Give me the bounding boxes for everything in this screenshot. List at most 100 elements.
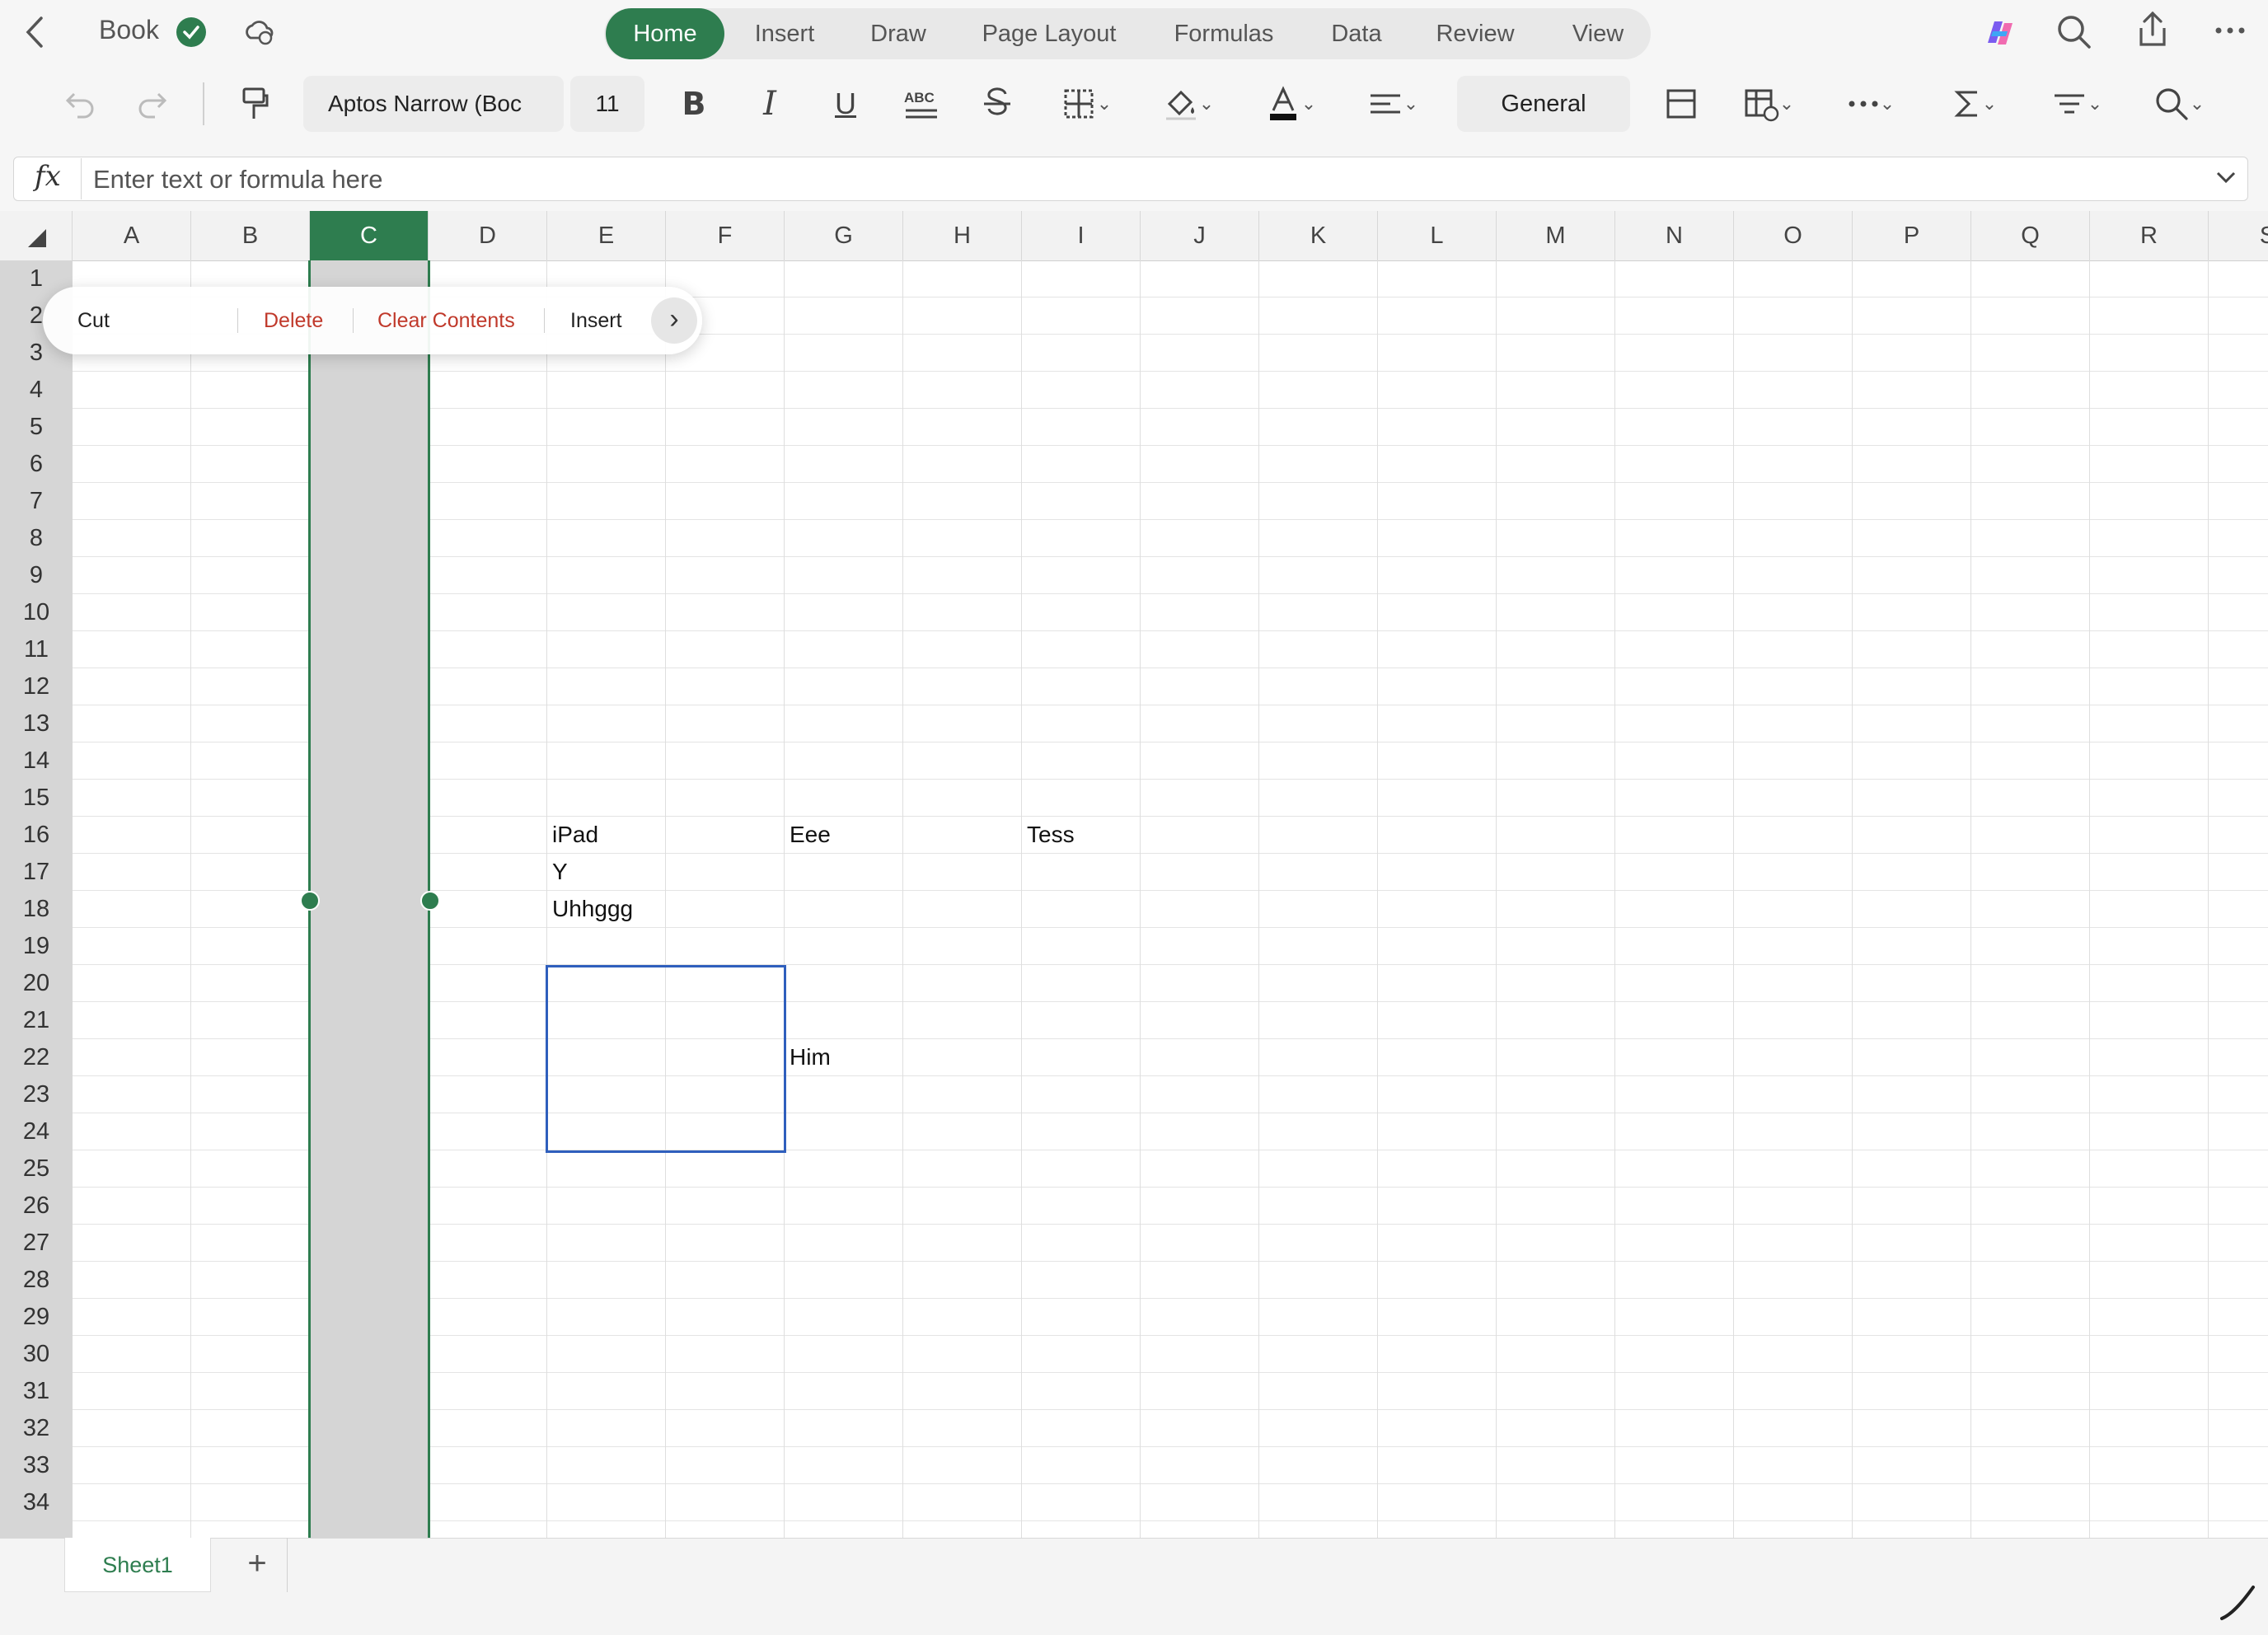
cell-e18[interactable]: Uhhggg — [552, 896, 633, 922]
italic-button[interactable]: I — [747, 76, 793, 132]
row-header-19[interactable]: 19 — [0, 928, 73, 965]
undo-button[interactable] — [58, 76, 104, 132]
row-header-8[interactable]: 8 — [0, 520, 73, 557]
row-header-22[interactable]: 22 — [0, 1039, 73, 1076]
column-header-j[interactable]: J — [1141, 211, 1259, 260]
column-header-m[interactable]: M — [1497, 211, 1615, 260]
cell-e16[interactable]: iPad — [552, 822, 598, 848]
row-header-5[interactable]: 5 — [0, 409, 73, 446]
number-format-box[interactable]: General — [1457, 76, 1630, 132]
select-all-button[interactable] — [0, 211, 73, 260]
copilot-icon[interactable] — [1981, 15, 2019, 55]
row-header-32[interactable]: 32 — [0, 1410, 73, 1447]
tab-view[interactable]: View — [1558, 8, 1638, 59]
autosum-button[interactable]: ⌄ — [1942, 76, 2008, 132]
cloud-sync-icon[interactable] — [242, 15, 275, 52]
format-painter-button[interactable] — [231, 76, 277, 132]
column-header-g[interactable]: G — [785, 211, 903, 260]
row-header-7[interactable]: 7 — [0, 483, 73, 520]
column-header-a[interactable]: A — [73, 211, 191, 260]
row-header-26[interactable]: 26 — [0, 1188, 73, 1225]
add-sheet-button[interactable]: + — [227, 1538, 288, 1592]
row-header-13[interactable]: 13 — [0, 705, 73, 743]
menu-item-delete[interactable]: Delete — [264, 287, 323, 354]
column-header-q[interactable]: Q — [1971, 211, 2090, 260]
row-header-27[interactable]: 27 — [0, 1225, 73, 1262]
font-size-box[interactable]: 11 — [570, 76, 644, 132]
borders-button[interactable]: ⌄ — [1053, 76, 1119, 132]
cell-g16[interactable]: Eee — [790, 822, 831, 848]
column-header-i[interactable]: I — [1022, 211, 1141, 260]
row-header-24[interactable]: 24 — [0, 1113, 73, 1150]
more-commands-button[interactable]: ⌄ — [1838, 76, 1904, 132]
align-button[interactable]: ⌄ — [1360, 76, 1426, 132]
cell-g22[interactable]: Him — [790, 1044, 831, 1070]
column-header-s[interactable]: S — [2209, 211, 2268, 260]
row-header-30[interactable]: 30 — [0, 1336, 73, 1373]
insert-table-button[interactable]: ⌄ — [1736, 76, 1802, 132]
back-button[interactable] — [18, 12, 54, 53]
sheet-tab[interactable]: Sheet1 — [64, 1538, 211, 1592]
row-header-9[interactable]: 9 — [0, 557, 73, 594]
strikethrough-button[interactable] — [974, 76, 1020, 132]
menu-item-cut[interactable]: Cut — [77, 287, 110, 354]
underline-button[interactable]: U — [822, 76, 869, 132]
selected-range-box[interactable] — [546, 965, 786, 1153]
column-header-d[interactable]: D — [429, 211, 547, 260]
menu-item-insert[interactable]: Insert — [570, 287, 622, 354]
row-header-17[interactable]: 17 — [0, 854, 73, 891]
row-header-33[interactable]: 33 — [0, 1447, 73, 1484]
row-header-20[interactable]: 20 — [0, 965, 73, 1002]
row-header-18[interactable]: 18 — [0, 891, 73, 928]
tab-data[interactable]: Data — [1317, 8, 1396, 59]
row-header-34[interactable]: 34 — [0, 1484, 73, 1521]
document-title[interactable]: Book — [99, 15, 159, 45]
row-header-28[interactable]: 28 — [0, 1262, 73, 1299]
tab-review[interactable]: Review — [1426, 8, 1525, 59]
cell-i16[interactable]: Tess — [1027, 822, 1075, 848]
column-header-p[interactable]: P — [1853, 211, 1971, 260]
tab-home[interactable]: Home — [606, 8, 724, 59]
share-icon[interactable] — [2134, 10, 2171, 54]
row-header-15[interactable]: 15 — [0, 780, 73, 817]
bold-button[interactable]: B — [671, 76, 717, 132]
tab-draw[interactable]: Draw — [857, 8, 940, 59]
row-header-25[interactable]: 25 — [0, 1150, 73, 1188]
menu-more-button[interactable]: › — [651, 297, 697, 344]
row-header-16[interactable]: 16 — [0, 817, 73, 854]
font-name-box[interactable]: Aptos Narrow (Boc — [303, 76, 564, 132]
column-header-k[interactable]: K — [1259, 211, 1378, 260]
fill-color-button[interactable]: ⌄ — [1155, 76, 1221, 132]
redo-button[interactable] — [129, 76, 175, 132]
column-header-h[interactable]: H — [903, 211, 1022, 260]
column-header-n[interactable]: N — [1615, 211, 1734, 260]
column-header-r[interactable]: R — [2090, 211, 2209, 260]
sort-filter-button[interactable]: ⌄ — [2044, 76, 2110, 132]
row-header-12[interactable]: 12 — [0, 668, 73, 705]
search-icon[interactable] — [2055, 13, 2093, 55]
row-header-11[interactable]: 11 — [0, 631, 73, 668]
tab-insert[interactable]: Insert — [735, 8, 834, 59]
column-header-e[interactable]: E — [547, 211, 666, 260]
selected-column-c[interactable] — [308, 260, 430, 1538]
row-header-29[interactable]: 29 — [0, 1299, 73, 1336]
pen-icon[interactable] — [2217, 1582, 2258, 1628]
more-options-icon[interactable] — [2214, 18, 2247, 47]
column-header-o[interactable]: O — [1734, 211, 1853, 260]
row-header-31[interactable]: 31 — [0, 1373, 73, 1410]
row-header-6[interactable]: 6 — [0, 446, 73, 483]
tab-formulas[interactable]: Formulas — [1160, 8, 1287, 59]
menu-item-clear-contents[interactable]: Clear Contents — [377, 287, 515, 354]
column-header-b[interactable]: B — [191, 211, 310, 260]
tab-page-layout[interactable]: Page Layout — [971, 8, 1127, 59]
spellcheck-button[interactable]: ABC — [898, 76, 944, 132]
expand-formula-button[interactable] — [2214, 165, 2238, 194]
row-header-10[interactable]: 10 — [0, 594, 73, 631]
wrap-text-button[interactable] — [1658, 76, 1704, 132]
row-header-4[interactable]: 4 — [0, 372, 73, 409]
font-color-button[interactable]: ⌄ — [1258, 76, 1324, 132]
selection-handle-right[interactable] — [420, 891, 440, 911]
column-header-f[interactable]: F — [666, 211, 785, 260]
find-button[interactable]: ⌄ — [2146, 76, 2212, 132]
cell-e17[interactable]: Y — [552, 859, 568, 885]
